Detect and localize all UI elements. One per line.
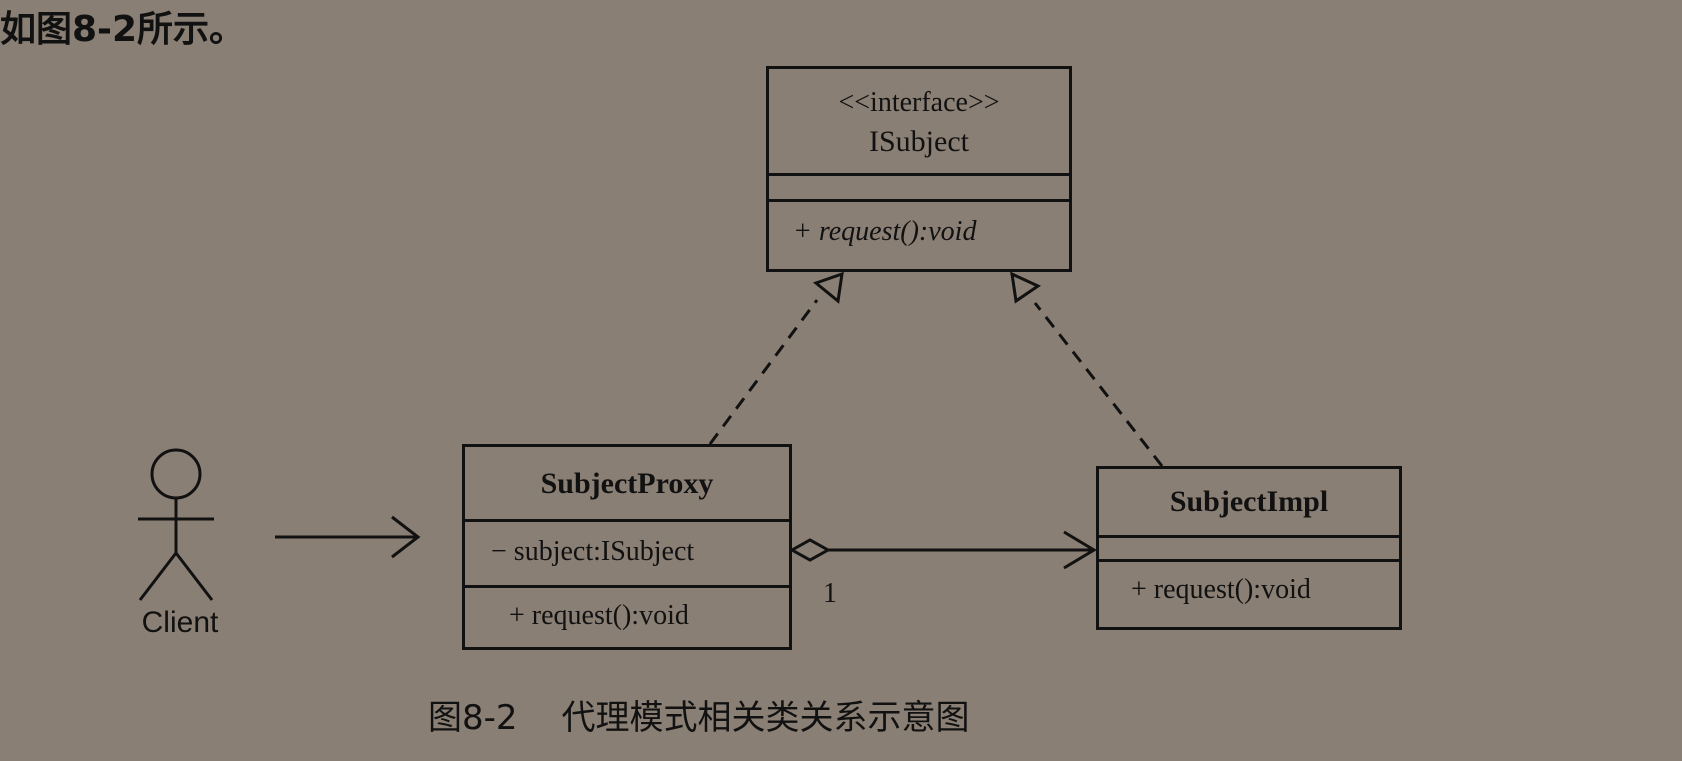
impl-realization-arrow <box>1010 271 1164 467</box>
impl-operation: + request():void <box>1131 574 1311 605</box>
interface-operation: + request():void <box>793 216 977 247</box>
figure-title: 代理模式相关类关系示意图 <box>561 698 970 738</box>
impl-class-name: SubjectImpl <box>1169 485 1329 518</box>
proxy-operation: + request():void <box>509 600 689 631</box>
aggregation-arrow <box>788 530 1097 570</box>
interface-name: ISubject <box>869 125 969 158</box>
figure-caption: 图8-2 代理模式相关类关系示意图 <box>428 690 970 739</box>
impl-operations-section: + request():void <box>1099 559 1399 627</box>
client-actor-icon <box>138 448 214 601</box>
proxy-attribute: − subject:ISubject <box>491 536 695 567</box>
impl-attributes-section <box>1099 535 1399 559</box>
proxy-realization-arrow <box>708 271 844 445</box>
client-label: Client <box>141 606 219 639</box>
isubject-operations-section: + request():void <box>769 199 1069 269</box>
client-association-arrow <box>275 515 421 559</box>
isubject-name-section: <<interface>> ISubject <box>769 69 1069 173</box>
figure-number: 图8-2 <box>428 698 518 738</box>
subject-proxy-box: SubjectProxy − subject:ISubject + reques… <box>462 444 792 650</box>
proxy-attributes-section: − subject:ISubject <box>465 519 789 585</box>
proxy-name-section: SubjectProxy <box>465 447 789 519</box>
impl-name-section: SubjectImpl <box>1099 469 1399 535</box>
isubject-attributes-section <box>769 173 1069 199</box>
subject-impl-box: SubjectImpl + request():void <box>1096 466 1402 630</box>
interface-stereotype: <<interface>> <box>838 87 1000 118</box>
proxy-class-name: SubjectProxy <box>540 467 714 500</box>
proxy-operations-section: + request():void <box>465 585 789 647</box>
isubject-interface-box: <<interface>> ISubject + request():void <box>766 66 1072 272</box>
aggregation-multiplicity: 1 <box>823 578 837 609</box>
